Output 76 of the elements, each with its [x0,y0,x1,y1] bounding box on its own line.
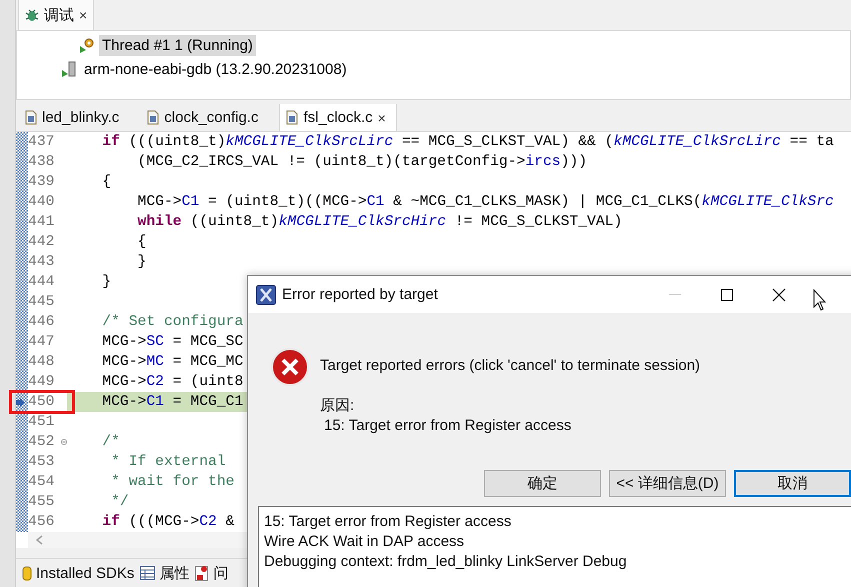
detail-line: Debugging context: frdm_led_blinky LinkServer Debug [264,552,627,572]
line-number: 437 [28,134,56,150]
tree-item[interactable]: Thread #1 1 (Running) [99,34,256,56]
table-icon [140,566,156,580]
code-line: MCG->C1 = (uint8_t)((MCG->C1 & ~MCG_C1_CLKS_MASK) | MCG_C1_CLKS(kMCGLITE_ClkSrc [136,194,834,210]
tree-item[interactable]: arm-none-eabi-gdb (13.2.90.20231008) [81,58,350,80]
line-number: 455 [28,494,56,510]
line-number: 441 [28,214,56,230]
fold-icon[interactable] [61,438,67,446]
close-icon[interactable]: × [79,8,88,22]
code-line: MCG->C1 = MCG_C1 [101,394,244,410]
line-number: 453 [28,454,56,470]
scroll-left-icon[interactable] [36,535,43,545]
line-number: 439 [28,174,56,190]
detail-line: Wire ACK Wait in DAP access [264,532,464,552]
code-line: (MCG_C2_IRCS_VAL != (uint8_t)(targetConfig->ircs))) [136,154,588,170]
line-number: 451 [28,414,56,430]
line-number: 456 [28,514,56,530]
code-line: MCG->MC = MCG_MC [101,354,244,370]
c-file-icon [286,110,298,125]
code-line: { [136,234,146,250]
line-number: 452 [28,434,56,450]
line-number: 445 [28,294,56,310]
line-number: 440 [28,194,56,210]
maximize-icon[interactable] [721,288,733,300]
error-icon [270,347,310,387]
code-line: MCG->C2 = (uint8 [101,374,244,390]
line-number: 449 [28,374,56,390]
code-line: if (((MCG->C2 & [101,514,234,530]
line-number: 448 [28,354,56,370]
error-message: Target reported errors (click 'cancel' to terminate session) [320,357,700,374]
error-list-icon [195,565,210,581]
line-number: 444 [28,274,56,290]
code-line: MCG->SC = MCG_SC [101,334,244,350]
line-number: 443 [28,254,56,270]
view-tab[interactable]: Installed SDKs [22,564,134,582]
line-number: 454 [28,474,56,490]
code-line: if (((uint8_t)kMCGLITE_ClkSrcLirc == MCG_S_CLKST_VAL) && (kMCGLITE_ClkSrcLirc == ta [101,134,834,150]
code-line: * If external [110,454,226,470]
code-line: } [101,274,112,290]
close-icon[interactable] [772,288,786,302]
bug-icon [25,8,39,22]
code-line: * wait for the [110,474,234,490]
code-line: { [101,174,112,190]
code-line: /* [101,434,120,450]
dialog-title: Error reported by target [282,286,439,303]
line-number: 442 [28,234,56,250]
details-area[interactable]: 15: Target error from Register access Wire ACK Wait in DAP access Debugging context: frdm_led_blinky LinkServer Debug [258,506,851,587]
reason-text: 15: Target error from Register access [324,417,572,434]
code-line: /* Set configura [101,314,244,330]
debug-tab[interactable]: 调试 × [18,0,94,30]
dialog-button[interactable]: 取消 [734,470,851,497]
dialog-button[interactable]: << 详细信息(D) [609,470,726,497]
code-line: */ [110,494,129,510]
horizontal-scrollbar[interactable] [28,532,248,548]
line-number: 450 [28,394,56,410]
view-tab[interactable]: 问 [195,564,228,582]
server-icon [61,61,77,77]
thread-icon [79,37,95,53]
line-number: 446 [28,314,56,330]
code-line: while ((uint8_t)kMCGLITE_ClkSrcHirc != MCG_S_CLKST_VAL) [136,214,622,230]
cylinder-icon [22,565,32,581]
reason-label: 原因: [320,396,356,415]
view-tab[interactable]: 属性 [140,564,190,582]
line-number: 438 [28,154,56,170]
current-line-icon [16,398,25,406]
c-file-icon [25,110,37,125]
line-number: 447 [28,334,56,350]
code-line: } [136,254,146,270]
close-icon[interactable]: × [378,110,386,124]
c-file-icon [147,110,160,125]
highlight-frame [9,390,75,414]
detail-line: 15: Target error from Register access [264,512,512,532]
file-tab[interactable]: fsl_clock.c × [279,104,397,131]
dialog-button[interactable]: 确定 [484,470,601,497]
app-icon [256,284,276,304]
